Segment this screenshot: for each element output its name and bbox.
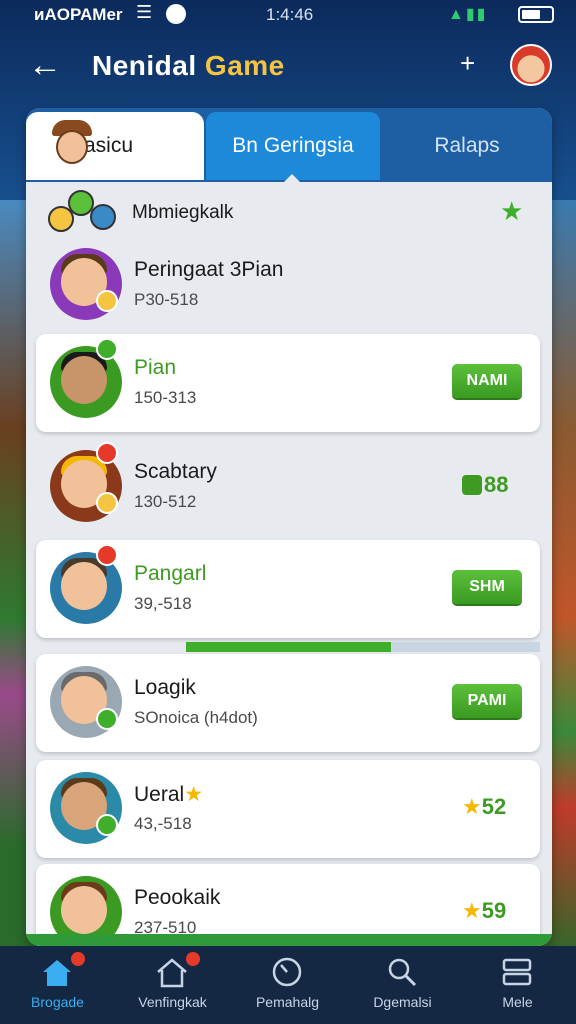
mascot-icon — [52, 120, 96, 170]
status-bar: ᴎAOPAMer ☰ 1:4:46 ▲▮▮ — [0, 0, 576, 30]
nav-label: Mele — [502, 994, 533, 1010]
score-value: 52 — [481, 794, 507, 819]
player-stats: SOnoica (h4dot) — [134, 708, 258, 727]
check-badge-icon — [96, 814, 118, 836]
player-name: Ueral★ — [134, 782, 203, 807]
title-accent: Game — [204, 50, 285, 81]
player-name-text: Ueral — [134, 783, 185, 806]
pami-button[interactable]: PAMI — [452, 684, 522, 718]
player-stats: 39,-518 — [134, 594, 192, 613]
progress-fill — [186, 642, 392, 652]
shm-button[interactable]: SHM — [452, 570, 522, 604]
fire-badge-icon — [96, 544, 118, 566]
group-avatars-icon — [46, 184, 120, 236]
nav-label: Dgemalsi — [373, 994, 432, 1010]
add-icon[interactable]: + — [460, 48, 475, 79]
star-icon: ★ — [462, 898, 482, 923]
tab-label: Bn Geringsia — [232, 134, 354, 157]
nav-item-pemahalg[interactable]: Pemahalg — [230, 946, 345, 1024]
home-icon — [43, 960, 71, 986]
nav-item-dgemalsi[interactable]: Dgemalsi — [345, 946, 460, 1024]
menu-icon — [502, 958, 532, 986]
notification-dot — [186, 952, 200, 966]
tab-bn-geringsia[interactable]: Bn Geringsia — [206, 112, 380, 180]
star-icon: ★ — [462, 794, 482, 819]
signal-icon: ▲▮▮ — [448, 6, 488, 23]
nav-label: Pemahalg — [255, 994, 320, 1010]
star-icon[interactable]: ★ — [500, 196, 523, 227]
player-score: ★52 — [462, 794, 506, 820]
battery-icon — [518, 6, 554, 23]
coin-badge-icon — [96, 290, 118, 312]
group-header: Mbmiegkalk ★ — [26, 182, 552, 242]
star-icon: ★ — [184, 783, 204, 806]
group-title: Mbmiegkalk — [132, 202, 234, 223]
check-badge-icon — [96, 338, 118, 360]
player-stats: 150-313 — [134, 388, 197, 407]
player-score: 88 — [462, 472, 508, 498]
wifi-icon: ☰ — [136, 2, 153, 22]
score-value: 59 — [481, 898, 507, 923]
nav-label: Venfingkak — [138, 994, 207, 1010]
fire-badge-icon — [96, 442, 118, 464]
leaderboard-row[interactable]: Ueral★ 43,-518 ★52 — [36, 760, 540, 858]
title-main: Nenidal — [92, 50, 197, 81]
nav-label: Brogade — [31, 994, 84, 1010]
panel-footer-strip — [26, 934, 552, 946]
coin-badge-icon — [96, 492, 118, 514]
nav-item-mele[interactable]: Mele — [460, 946, 575, 1024]
leaderboard-panel: Pasicu Bn Geringsia Ralaps Mbmiegkalk ★ … — [26, 108, 552, 946]
clock-icon — [272, 957, 302, 987]
player-stats: P30-518 — [134, 290, 199, 309]
bottom-nav: Brogade Venfingkak Pemahalg Dgemalsi Mel… — [0, 946, 576, 1024]
player-name: Peookaik — [134, 886, 221, 909]
nav-item-brogade[interactable]: Brogade — [0, 946, 115, 1024]
page-title: Nenidal Game — [92, 50, 285, 82]
gem-icon — [462, 475, 482, 495]
player-name: Scabtary — [134, 460, 217, 483]
back-arrow-icon[interactable]: ← — [28, 48, 64, 84]
leaderboard-row[interactable]: Peringaat 3Pian P30-518 — [36, 236, 540, 334]
check-badge-icon — [96, 708, 118, 730]
carrier-name: ᴎAOPAMer — [34, 5, 123, 24]
player-name: Loagik — [134, 676, 196, 699]
tab-label: Ralaps — [434, 134, 500, 157]
tab-pointer — [284, 174, 300, 182]
player-name: Pangarl — [134, 562, 207, 585]
player-score: ★59 — [462, 898, 506, 924]
notification-dot — [71, 952, 85, 966]
profile-avatar[interactable] — [510, 44, 552, 86]
clock-time: 1:4:46 — [266, 5, 314, 24]
leaderboard-row[interactable]: Pian 150-313 NAMI — [36, 334, 540, 432]
search-people-icon — [388, 958, 417, 987]
leaderboard-row[interactable]: Loagik SOnoica (h4dot) PAMI — [36, 654, 540, 752]
nami-button[interactable]: NAMI — [452, 364, 522, 398]
leaderboard-row[interactable]: Scabtary 130-512 88 — [36, 438, 540, 536]
tab-bar: Pasicu Bn Geringsia Ralaps — [26, 108, 552, 182]
leaderboard-row[interactable]: Pangarl 39,-518 SHM — [36, 540, 540, 638]
player-name: Pian — [134, 356, 177, 379]
location-icon — [166, 4, 186, 24]
score-value: 88 — [484, 472, 509, 497]
player-name: Peringaat 3Pian — [134, 258, 284, 281]
tab-ralaps[interactable]: Ralaps — [382, 112, 552, 180]
player-stats: 43,-518 — [134, 814, 192, 833]
player-stats: 130-512 — [134, 492, 197, 511]
progress-bar — [186, 642, 540, 652]
app-header: ← Nenidal Game + — [0, 36, 576, 96]
house-badge-icon — [157, 958, 187, 988]
nav-item-venfingkak[interactable]: Venfingkak — [115, 946, 230, 1024]
